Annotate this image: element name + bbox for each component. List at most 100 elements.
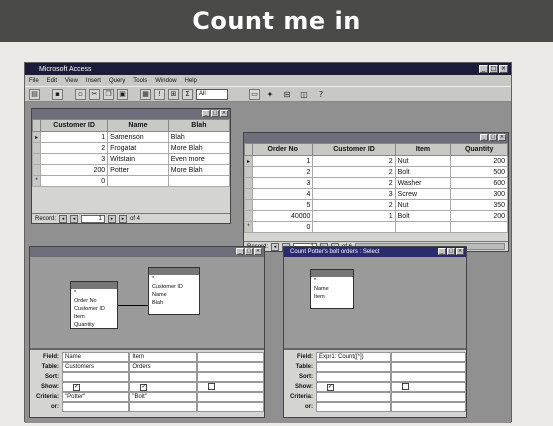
field-list-item[interactable]: *: [71, 289, 117, 297]
item-cell[interactable]: [394, 221, 452, 233]
first-record-button[interactable]: ◂: [271, 242, 280, 251]
query-type-icon[interactable]: ▦: [140, 88, 151, 100]
field-list-item[interactable]: Customer ID: [149, 283, 199, 291]
customer-id-cell[interactable]: [312, 221, 396, 233]
field-list-item[interactable]: Item: [311, 293, 353, 301]
customer-id-cell[interactable]: 3: [312, 188, 396, 200]
column-header-customer-id[interactable]: Customer ID: [39, 119, 109, 132]
order-no-cell[interactable]: 5: [251, 199, 314, 211]
column-header-order-no[interactable]: Order No: [251, 143, 314, 156]
run-icon[interactable]: !: [154, 88, 165, 100]
minimize-button[interactable]: _: [202, 110, 210, 117]
quantity-cell[interactable]: 300: [450, 188, 508, 200]
paste-icon[interactable]: ▣: [117, 88, 128, 100]
maximize-button[interactable]: □: [245, 248, 253, 255]
table-row[interactable]: ▸ 1 2 Nut 200: [244, 155, 508, 167]
item-cell[interactable]: Bolt: [394, 210, 452, 222]
table-row[interactable]: 5 2 Nut 350: [244, 199, 508, 211]
show-cell[interactable]: ✓: [316, 382, 391, 392]
quantity-cell[interactable]: 500: [450, 166, 508, 178]
row-selector[interactable]: ▸: [32, 131, 41, 143]
customer-id-cell[interactable]: 1: [312, 210, 396, 222]
row-selector[interactable]: [32, 164, 41, 176]
row-selector[interactable]: [244, 199, 253, 211]
show-checkbox[interactable]: [402, 383, 409, 390]
item-cell[interactable]: Bolt: [394, 166, 452, 178]
menu-window[interactable]: Window: [155, 78, 176, 84]
field-list-item[interactable]: Quantity: [71, 321, 117, 329]
order-no-cell[interactable]: 3: [251, 177, 314, 189]
column-header-blah[interactable]: Blah: [167, 119, 231, 132]
or-cell[interactable]: [391, 402, 466, 412]
field-cell[interactable]: Item: [129, 352, 197, 362]
menu-help[interactable]: Help: [185, 78, 197, 84]
table-row[interactable]: 3 Witstain Even more: [32, 153, 231, 165]
table-row[interactable]: 2 Frogatat More Blah: [32, 142, 231, 154]
prev-record-button[interactable]: ◂: [70, 214, 79, 223]
maximize-button[interactable]: □: [447, 248, 455, 255]
column-header-name[interactable]: Name: [107, 119, 169, 132]
quantity-cell[interactable]: [450, 221, 508, 233]
show-cell[interactable]: ✓: [62, 382, 130, 392]
table-row[interactable]: 2 2 Bolt 500: [244, 166, 508, 178]
minimize-button[interactable]: _: [479, 65, 488, 73]
sort-cell[interactable]: [316, 372, 391, 382]
field-list-item[interactable]: Customer ID: [71, 305, 117, 313]
view-icon[interactable]: ▤: [29, 88, 40, 100]
name-cell[interactable]: Witstain: [107, 153, 169, 165]
criteria-cell[interactable]: "Potter": [62, 392, 130, 402]
name-cell[interactable]: [107, 175, 169, 187]
help-icon[interactable]: ?: [314, 89, 328, 100]
field-list-item[interactable]: *: [311, 277, 353, 285]
table-row[interactable]: 200 Potter More Blah: [32, 164, 231, 176]
print-icon[interactable]: ▫: [75, 88, 86, 100]
field-cell[interactable]: [391, 352, 466, 362]
menu-insert[interactable]: Insert: [86, 78, 101, 84]
close-button[interactable]: ×: [499, 65, 508, 73]
criteria-cell[interactable]: [196, 392, 264, 402]
close-button[interactable]: ×: [498, 134, 506, 141]
field-cell[interactable]: Expr1: Count([*]): [316, 352, 391, 362]
sort-cell[interactable]: [196, 372, 264, 382]
show-table-icon[interactable]: ⊞: [168, 88, 179, 100]
customer-id-cell[interactable]: 2: [39, 142, 109, 154]
show-checkbox[interactable]: ✓: [327, 384, 334, 391]
show-checkbox[interactable]: ✓: [73, 384, 80, 391]
order-no-cell[interactable]: 1: [251, 155, 314, 167]
item-cell[interactable]: Nut: [394, 199, 452, 211]
field-cell[interactable]: [196, 352, 264, 362]
show-checkbox[interactable]: [207, 383, 215, 390]
row-selector[interactable]: ▸: [244, 155, 253, 167]
menu-view[interactable]: View: [65, 78, 78, 84]
last-record-button[interactable]: ▸: [119, 214, 128, 223]
field-list-item[interactable]: *: [149, 275, 199, 283]
row-selector[interactable]: [32, 142, 41, 154]
minimize-button[interactable]: _: [438, 248, 446, 255]
close-button[interactable]: ×: [254, 248, 262, 255]
blah-cell[interactable]: Even more: [167, 153, 231, 165]
maximize-button[interactable]: □: [489, 134, 497, 141]
criteria-cell[interactable]: "Bolt": [129, 392, 197, 402]
table-row[interactable]: ▸ 1 Samenson Blah: [32, 131, 231, 143]
quantity-cell[interactable]: 600: [450, 177, 508, 189]
quantity-cell[interactable]: 200: [450, 210, 508, 222]
row-selector[interactable]: [244, 166, 253, 178]
order-no-cell[interactable]: 40000: [251, 210, 314, 222]
menu-file[interactable]: File: [29, 78, 39, 84]
or-cell[interactable]: [62, 402, 130, 412]
show-checkbox[interactable]: ✓: [140, 384, 148, 391]
maximize-button[interactable]: □: [489, 65, 498, 73]
item-cell[interactable]: Washer: [394, 177, 452, 189]
or-cell[interactable]: [196, 402, 264, 412]
show-cell[interactable]: [391, 382, 466, 392]
customers-field-list[interactable]: * Customer ID Name Blah: [148, 267, 200, 315]
quantity-cell[interactable]: 350: [450, 199, 508, 211]
order-no-cell[interactable]: 2: [251, 166, 314, 178]
show-cell[interactable]: ✓: [129, 382, 197, 392]
row-selector[interactable]: [244, 188, 253, 200]
customer-id-cell[interactable]: 200: [39, 164, 109, 176]
build-icon[interactable]: ✦: [263, 89, 277, 100]
row-selector[interactable]: *: [32, 175, 41, 187]
menu-tools[interactable]: Tools: [133, 78, 147, 84]
record-number-input[interactable]: 1: [81, 214, 106, 223]
